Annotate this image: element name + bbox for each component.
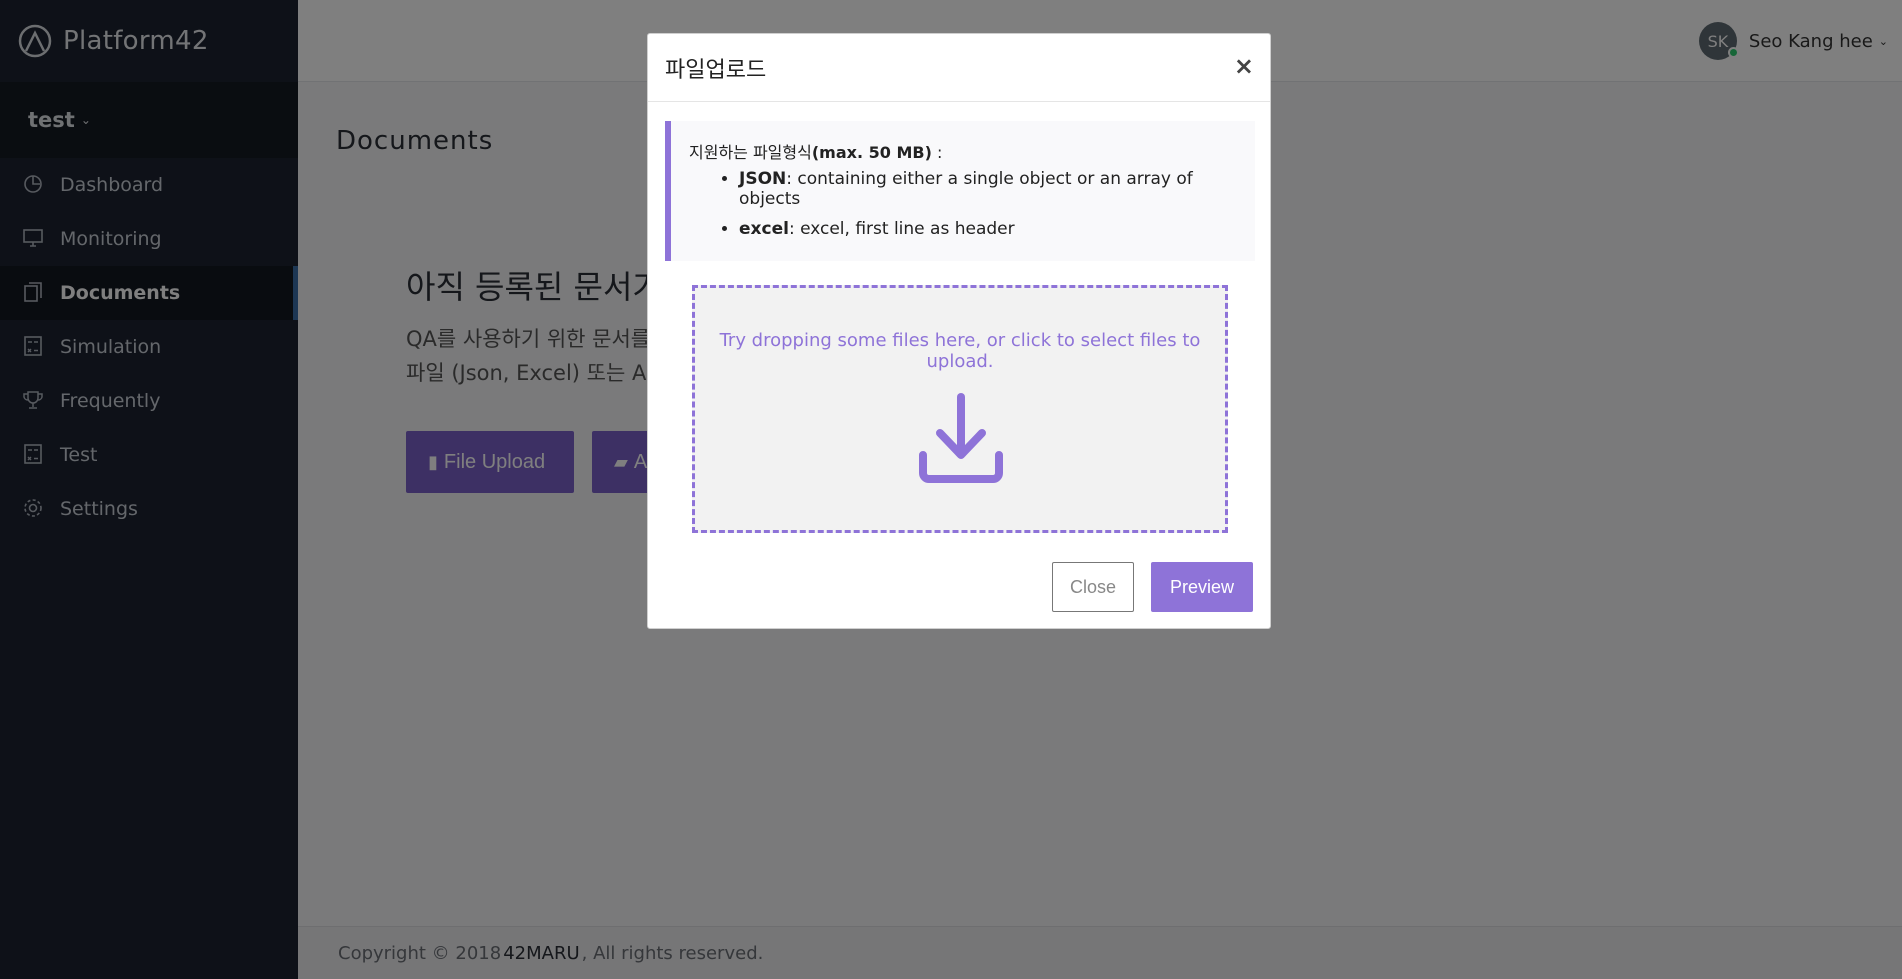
notice-max-size: (max. 50 MB) [811,143,932,162]
file-upload-modal: 파일업로드 × 지원하는 파일형식(max. 50 MB) : JSON: co… [647,33,1271,629]
format-name: JSON [739,169,787,189]
modal-title: 파일업로드 [665,57,767,83]
notice-heading: 지원하는 파일형식(max. 50 MB) : [689,139,1255,163]
format-desc: : excel, first line as header [788,219,1015,239]
preview-button[interactable]: Preview [1151,562,1253,612]
notice-intro: 지원하는 파일형식 [689,143,812,162]
notice-colon: : [931,143,943,162]
format-desc: : containing either a single object or a… [739,169,1193,209]
list-item: JSON: containing either a single object … [739,169,1255,209]
supported-formats-notice: 지원하는 파일형식(max. 50 MB) : JSON: containing… [665,121,1255,261]
format-list: JSON: containing either a single object … [689,169,1255,239]
dropzone-text: Try dropping some files here, or click t… [719,330,1201,372]
format-name: excel [739,219,789,239]
file-dropzone[interactable]: Try dropping some files here, or click t… [692,285,1228,533]
list-item: excel: excel, first line as header [739,219,1255,239]
close-icon[interactable]: × [1234,52,1254,80]
close-button[interactable]: Close [1052,562,1134,612]
download-icon [919,393,1003,483]
modal-header: 파일업로드 × [648,34,1270,102]
